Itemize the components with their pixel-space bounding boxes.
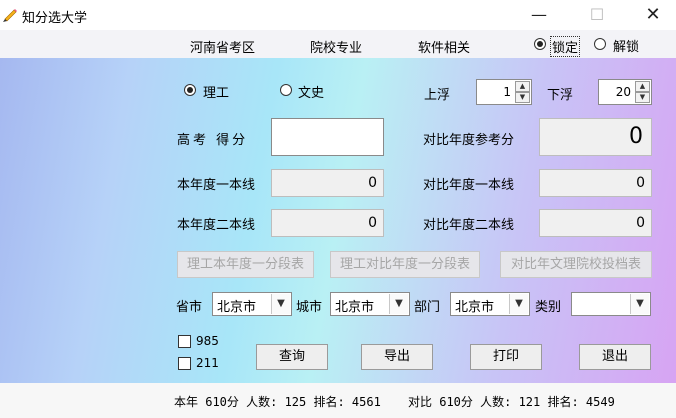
maximize-button[interactable]: ☐ [574,0,620,30]
cmp-second-line-value: 0 [539,209,652,237]
exit-button[interactable]: 退出 [579,344,651,370]
arrow-up-icon[interactable]: ▲ [635,81,650,92]
cmp-year-admission-table-button[interactable]: 对比年文理院校投档表 [500,251,652,278]
score-label: 高考 得分 [177,133,249,148]
dept-value: 北京市 [455,300,495,315]
status-current-year: 本年 610分 人数: 125 排名: 4561 [174,395,381,409]
cmp-first-line-label: 对比年度一本线 [423,178,515,193]
chevron-down-icon[interactable]: ▼ [271,294,290,314]
city-label: 城市 [296,300,323,315]
cur-second-line-value: 0 [271,209,384,237]
score-input[interactable] [271,118,384,156]
status-bar: 本年 610分 人数: 125 排名: 4561 对比 610分 人数: 121… [0,383,676,418]
menu-schools-majors[interactable]: 院校专业 [310,37,362,56]
chevron-down-icon[interactable]: ▼ [630,294,649,314]
float-up-label: 上浮 [424,88,451,103]
float-down-value: 20 [615,85,631,99]
status-compare-year: 对比 610分 人数: 121 排名: 4549 [408,395,615,409]
unlock-label[interactable]: 解锁 [613,36,639,55]
province-label: 省市 [176,300,203,315]
province-value: 北京市 [217,300,257,315]
arrow-down-icon[interactable]: ▼ [515,92,530,103]
menu-henan-exam-area[interactable]: 河南省考区 [190,37,255,56]
label-211[interactable]: 211 [196,356,219,370]
arts-label[interactable]: 文史 [298,82,324,101]
pencil-icon [3,9,17,22]
query-button[interactable]: 查询 [256,344,328,370]
city-select[interactable]: 北京市 ▼ [330,292,410,316]
float-down-label: 下浮 [547,88,574,103]
cur-first-line-label: 本年度一本线 [177,178,256,193]
unlock-radio[interactable] [594,38,606,50]
city-value: 北京市 [335,300,375,315]
close-button[interactable]: ✕ [630,0,676,30]
print-button[interactable]: 打印 [470,344,542,370]
ref-score-label: 对比年度参考分 [423,133,515,148]
checkbox-985[interactable] [178,335,191,348]
export-button[interactable]: 导出 [361,344,433,370]
category-label: 类别 [535,300,562,315]
arrow-down-icon[interactable]: ▼ [635,92,650,103]
cmp-first-line-value: 0 [539,169,652,197]
province-select[interactable]: 北京市 ▼ [212,292,292,316]
dept-label: 部门 [414,300,441,315]
science-label[interactable]: 理工 [203,82,229,101]
main-panel: 理工 文史 上浮 1 ▲ ▼ 下浮 20 ▲ ▼ 高考 得分 对比年度参考分 0… [0,58,676,383]
science-cur-year-table-button[interactable]: 理工本年度一分段表 [177,251,314,278]
science-cmp-year-table-button[interactable]: 理工对比年度一分段表 [330,251,480,278]
cmp-second-line-label: 对比年度二本线 [423,218,515,233]
cur-first-line-value: 0 [271,169,384,197]
menu-software[interactable]: 软件相关 [418,37,470,56]
minimize-button[interactable]: — [516,0,562,30]
chevron-down-icon[interactable]: ▼ [509,294,528,314]
cur-second-line-label: 本年度二本线 [177,218,256,233]
arrow-up-icon[interactable]: ▲ [515,81,530,92]
lock-radio[interactable] [534,38,546,50]
label-985[interactable]: 985 [196,334,219,348]
window-title: 知分选大学 [22,11,88,26]
float-down-spinner[interactable]: 20 ▲ ▼ [598,79,652,105]
checkbox-211[interactable] [178,357,191,370]
ref-score-value: 0 [539,118,652,156]
float-up-value: 1 [503,85,511,99]
science-radio[interactable] [184,84,196,96]
chevron-down-icon[interactable]: ▼ [389,294,408,314]
category-select[interactable]: ▼ [571,292,651,316]
float-up-spinner[interactable]: 1 ▲ ▼ [476,79,532,105]
lock-label[interactable]: 锁定 [550,36,581,57]
menu-bar: 河南省考区 院校专业 软件相关 锁定 解锁 [0,30,676,58]
arts-radio[interactable] [280,84,292,96]
title-bar: 知分选大学 — ☐ ✕ [0,0,676,30]
dept-select[interactable]: 北京市 ▼ [450,292,530,316]
